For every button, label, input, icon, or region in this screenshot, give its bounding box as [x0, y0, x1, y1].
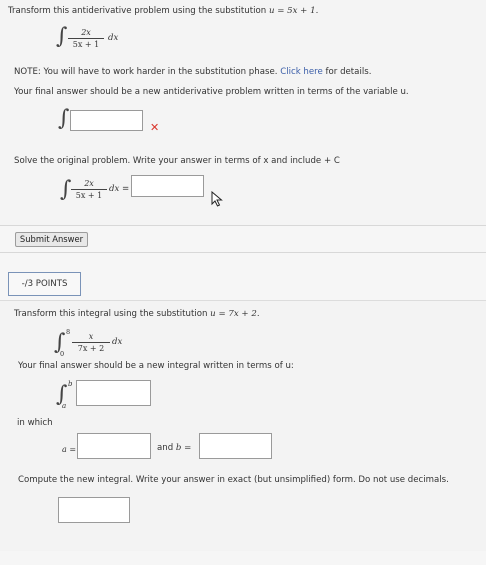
- q1-answer-integral-sign: ∫: [58, 106, 70, 131]
- q1-note: NOTE: You will have to work harder in th…: [14, 67, 372, 77]
- q1-antiderivative-input[interactable]: [70, 110, 143, 131]
- q2-computed-value-input[interactable]: [58, 497, 130, 523]
- q1-solution-input[interactable]: [131, 175, 204, 197]
- details-link[interactable]: Click here: [280, 67, 323, 77]
- q2-compute-prompt: Compute the new integral. Write your ans…: [18, 475, 449, 485]
- mouse-cursor-icon: [211, 191, 223, 207]
- q2-dx: dx: [112, 337, 123, 347]
- q1-intro: Transform this antiderivative problem us…: [8, 6, 319, 16]
- q2-upper-limit: 8: [66, 328, 71, 336]
- submit-answer-button[interactable]: Submit Answer: [15, 232, 88, 247]
- q1-original-integral-sign: ∫: [60, 177, 72, 202]
- q1-integrand-fraction: 2x 5x + 1: [68, 28, 104, 49]
- q1-original-dx: dx: [109, 184, 120, 194]
- q1-original-integrand-fraction: 2x 5x + 1: [71, 179, 107, 200]
- a-label: a =: [62, 445, 77, 454]
- wrong-mark-icon: ✕: [150, 121, 160, 134]
- q2-upper-var: b: [68, 380, 73, 388]
- q1-equals: =: [122, 184, 130, 194]
- q1-solve-prompt: Solve the original problem. Write your a…: [14, 156, 340, 166]
- q2-integrand-fraction: x 7x + 2: [72, 332, 110, 353]
- b-input[interactable]: [199, 433, 272, 459]
- divider: [0, 225, 486, 226]
- q2-lower-limit: 0: [60, 350, 65, 358]
- q1-integral-sign: ∫: [56, 24, 68, 49]
- in-which-label: in which: [17, 418, 53, 428]
- q1-dx: dx: [108, 33, 119, 43]
- q2-integral-input[interactable]: [76, 380, 151, 406]
- and-label: and b =: [157, 443, 192, 453]
- a-input[interactable]: [77, 433, 151, 459]
- q2-final-prompt: Your final answer should be a new integr…: [18, 361, 294, 371]
- q2-lower-var: a: [62, 402, 67, 410]
- points-badge: -/3 POINTS: [8, 272, 81, 296]
- q2-intro: Transform this integral using the substi…: [14, 309, 260, 319]
- q1-final-prompt: Your final answer should be a new antide…: [14, 87, 409, 97]
